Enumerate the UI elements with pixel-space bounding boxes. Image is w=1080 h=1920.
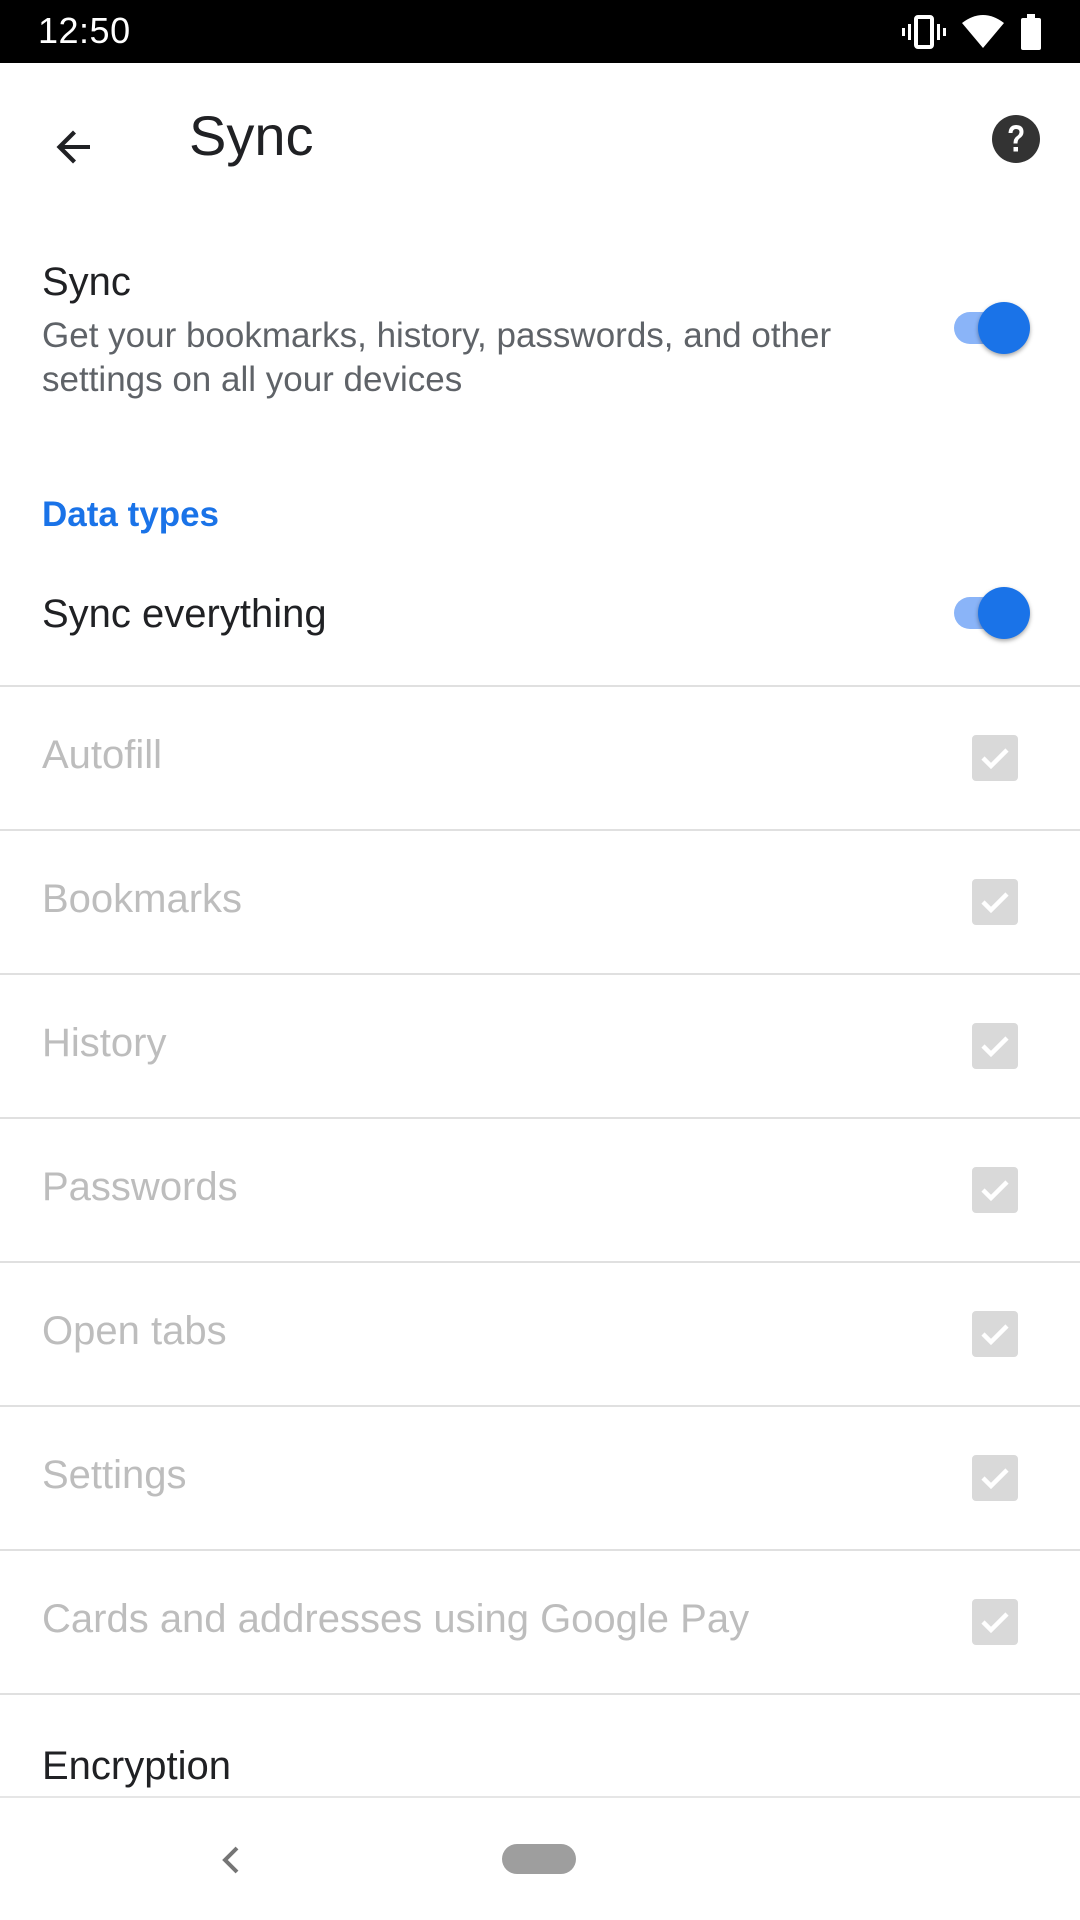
nav-home-pill[interactable] [502,1844,576,1874]
checkbox-passwords[interactable] [972,1167,1018,1213]
data-type-label: Autofill [42,733,163,777]
data-type-google-pay[interactable]: Cards and addresses using Google Pay [0,1551,1080,1693]
app-bar: Sync [0,63,1080,211]
nav-back-button[interactable] [210,1838,254,1882]
check-icon [981,1468,1009,1490]
check-icon [981,1036,1009,1058]
data-type-label: History [42,1021,167,1065]
encryption-setting[interactable]: Encryption [0,1692,1080,1792]
status-bar: 12:50 [0,0,1080,63]
data-type-open-tabs[interactable]: Open tabs [0,1263,1080,1405]
status-icons [902,12,1042,52]
sync-description: Get your bookmarks, history, passwords, … [42,316,832,399]
page-title: Sync [189,104,314,167]
checkbox-google-pay[interactable] [972,1599,1018,1645]
sync-everything-setting[interactable]: Sync everything [0,560,1080,686]
chevron-left-icon [222,1846,239,1874]
data-type-settings[interactable]: Settings [0,1407,1080,1549]
check-icon [981,748,1009,770]
checkbox-history[interactable] [972,1023,1018,1069]
toggle-thumb [978,587,1030,639]
checkbox-open-tabs[interactable] [972,1311,1018,1357]
data-type-history[interactable]: History [0,975,1080,1117]
sync-everything-toggle[interactable] [946,583,1030,643]
data-type-autofill[interactable]: Autofill [0,687,1080,829]
check-icon [981,892,1009,914]
vibrate-icon [902,15,946,49]
data-type-label: Settings [42,1453,187,1497]
data-type-label: Open tabs [42,1309,227,1353]
data-types-header: Data types [42,495,220,534]
data-type-label: Bookmarks [42,877,243,921]
sync-title: Sync [42,260,131,304]
checkbox-autofill[interactable] [972,735,1018,781]
check-icon [981,1180,1009,1202]
wifi-icon [962,15,1004,48]
battery-icon [1021,14,1041,50]
data-type-bookmarks[interactable]: Bookmarks [0,831,1080,973]
sync-toggle[interactable] [946,298,1030,358]
sync-everything-label: Sync everything [42,592,327,636]
sync-setting[interactable]: Sync Get your bookmarks, history, passwo… [0,250,1080,410]
data-type-label: Cards and addresses using Google Pay [42,1597,750,1641]
back-button[interactable] [34,107,114,187]
help-button[interactable] [988,111,1044,167]
status-time: 12:50 [38,10,131,51]
encryption-label: Encryption [42,1744,231,1788]
checkbox-bookmarks[interactable] [972,879,1018,925]
toggle-thumb [978,302,1030,354]
check-icon [981,1612,1009,1634]
checkbox-settings[interactable] [972,1455,1018,1501]
system-nav-bar [0,1796,1080,1920]
check-icon [981,1324,1009,1346]
data-type-passwords[interactable]: Passwords [0,1119,1080,1261]
arrow-back-icon [56,130,90,164]
help-icon [992,115,1040,163]
data-type-label: Passwords [42,1165,238,1209]
